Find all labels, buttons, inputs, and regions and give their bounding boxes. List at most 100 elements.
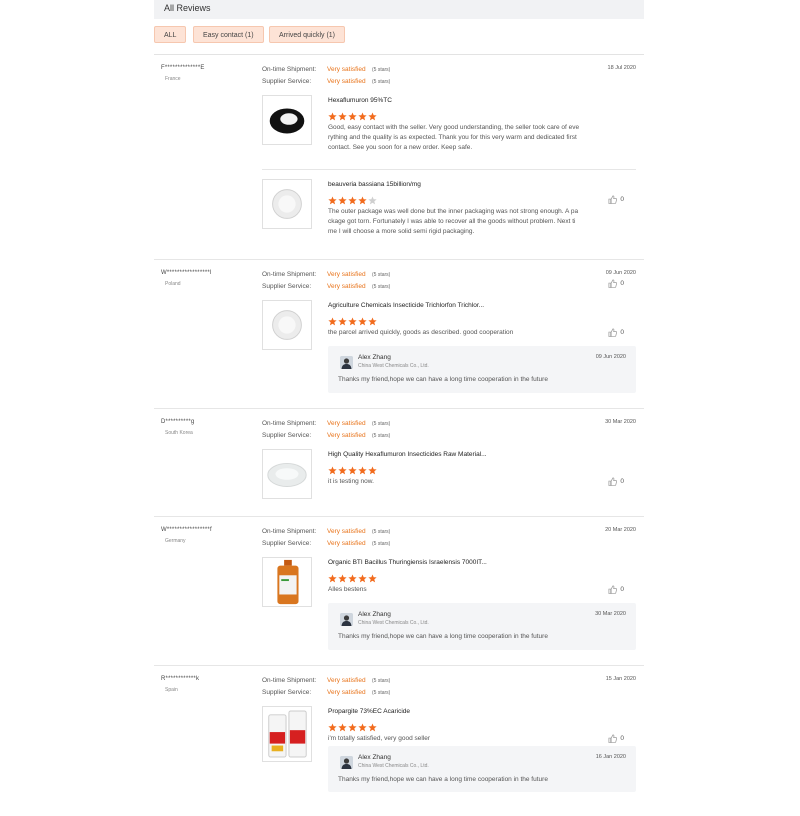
reviewer-name: R************k [161, 676, 200, 682]
like-count: 0 [620, 586, 624, 594]
star-filled-icon [328, 112, 337, 121]
like-count: 0 [620, 735, 624, 743]
star-filled-icon [368, 574, 377, 583]
star-filled-icon [368, 317, 377, 326]
star-filled-icon [338, 723, 347, 732]
star-filled-icon [348, 317, 357, 326]
shipment-stars-text: (5 stars) [372, 272, 391, 278]
divider [262, 169, 636, 170]
thumbs-up-icon [608, 734, 618, 743]
product-title[interactable]: High Quality Hexaflumuron Insecticides R… [328, 451, 487, 458]
service-rating: Supplier Service: Very satisfied (5 star… [262, 432, 390, 439]
like-count: 0 [620, 478, 624, 486]
product-thumbnail[interactable] [262, 557, 312, 607]
service-rating: Supplier Service: Very satisfied (5 star… [262, 78, 390, 85]
service-rating: Supplier Service: Very satisfied (5 star… [262, 689, 390, 696]
seller-name: Alex Zhang [358, 611, 391, 618]
service-value: Very satisfied [327, 540, 366, 547]
seller-avatar [340, 756, 353, 769]
seller-name: Alex Zhang [358, 754, 391, 761]
reply-date: 16 Jan 2020 [595, 754, 626, 760]
star-filled-icon [348, 574, 357, 583]
filter-all-button[interactable]: ALL [154, 26, 187, 43]
star-filled-icon [348, 466, 357, 475]
service-label: Supplier Service: [262, 78, 312, 85]
shipment-value: Very satisfied [327, 66, 366, 73]
star-filled-icon [358, 466, 367, 475]
star-filled-icon [348, 112, 357, 121]
thumbs-up-icon [608, 585, 618, 594]
filter-bar: ALL Easy contact (1) Arrived quickly (1) [154, 19, 644, 55]
service-value: Very satisfied [327, 78, 366, 85]
seller-name: Alex Zhang [358, 354, 391, 361]
product-thumbnail[interactable] [262, 300, 312, 350]
shipment-rating: On-time Shipment: Very satisfied (5 star… [262, 66, 390, 73]
star-filled-icon [358, 574, 367, 583]
product-thumbnail[interactable] [262, 706, 312, 762]
product-title[interactable]: Hexaflumuron 95%TC [328, 97, 392, 104]
star-filled-icon [328, 723, 337, 732]
seller-company: China West Chemicals Co., Ltd. [358, 363, 429, 369]
product-review: Hexaflumuron 95%TC Good, easy contact wi… [262, 95, 636, 204]
star-filled-icon [358, 723, 367, 732]
like-button[interactable]: 0 [608, 585, 624, 594]
product-title[interactable]: Agriculture Chemicals Insecticide Trichl… [328, 302, 484, 309]
product-review: Agriculture Chemicals Insecticide Trichl… [262, 300, 636, 352]
service-label: Supplier Service: [262, 283, 312, 290]
review-text: the parcel arrived quickly, goods as des… [328, 329, 514, 336]
product-thumbnail[interactable] [262, 449, 312, 499]
shipment-value: Very satisfied [327, 528, 366, 535]
shipment-rating: On-time Shipment: Very satisfied (5 star… [262, 677, 390, 684]
reviews-title: All Reviews [164, 3, 211, 13]
product-title[interactable]: Propargite 73%EC Acaricide [328, 708, 410, 715]
filter-easy-contact-button[interactable]: Easy contact (1) [193, 26, 264, 43]
service-label: Supplier Service: [262, 540, 312, 547]
star-filled-icon [328, 317, 337, 326]
star-filled-icon [348, 196, 357, 205]
review-item: W*****************l Poland On-time Shipm… [154, 260, 644, 409]
product-star-rating [328, 462, 378, 475]
review-text: Good, easy contact with the seller. Very… [328, 124, 580, 151]
product-thumbnail[interactable] [262, 179, 312, 229]
thumbs-up-icon [608, 477, 618, 486]
shipment-label: On-time Shipment: [262, 420, 317, 427]
star-filled-icon [358, 317, 367, 326]
filter-arrived-quickly-button[interactable]: Arrived quickly (1) [269, 26, 346, 43]
like-button[interactable]: 0 [608, 477, 624, 486]
service-stars-text: (5 stars) [372, 690, 391, 696]
product-title[interactable]: beauveria bassiana 15billion/mg [328, 181, 421, 188]
product-thumbnail[interactable] [262, 95, 312, 145]
service-value: Very satisfied [327, 283, 366, 290]
review-text: Alles bestens [328, 586, 367, 593]
like-button[interactable]: 0 [608, 328, 624, 337]
reviewer-name: W*****************f [161, 527, 212, 533]
star-empty-icon [368, 196, 377, 205]
reply-text: Thanks my friend,hope we can have a long… [338, 776, 548, 783]
shipment-label: On-time Shipment: [262, 677, 317, 684]
like-button[interactable]: 0 [608, 734, 624, 743]
star-filled-icon [348, 723, 357, 732]
review-date: 18 Jul 2020 [607, 65, 636, 71]
star-filled-icon [338, 317, 347, 326]
seller-reply: Alex Zhang China West Chemicals Co., Ltd… [328, 746, 636, 792]
service-stars-text: (5 stars) [372, 433, 391, 439]
reviews-header: All Reviews [154, 0, 644, 19]
review-item: R************k Spain On-time Shipment: V… [154, 666, 644, 816]
service-rating: Supplier Service: Very satisfied (5 star… [262, 283, 390, 290]
star-filled-icon [358, 112, 367, 121]
seller-avatar [340, 613, 353, 626]
shipment-label: On-time Shipment: [262, 528, 317, 535]
shipment-label: On-time Shipment: [262, 66, 317, 73]
service-label: Supplier Service: [262, 689, 312, 696]
reviewer-name: W*****************l [161, 270, 212, 276]
reviewer-country: Poland [165, 281, 181, 287]
reply-text: Thanks my friend,hope we can have a long… [338, 376, 548, 383]
star-filled-icon [338, 466, 347, 475]
star-filled-icon [358, 196, 367, 205]
seller-avatar [340, 356, 353, 369]
star-filled-icon [338, 574, 347, 583]
reviewer-country: Spain [165, 687, 178, 693]
product-title[interactable]: Organic BTI Bacillus Thuringiensis Israe… [328, 559, 487, 566]
reviewer-country: South Korea [165, 430, 193, 436]
reply-date: 30 Mar 2020 [595, 611, 626, 617]
